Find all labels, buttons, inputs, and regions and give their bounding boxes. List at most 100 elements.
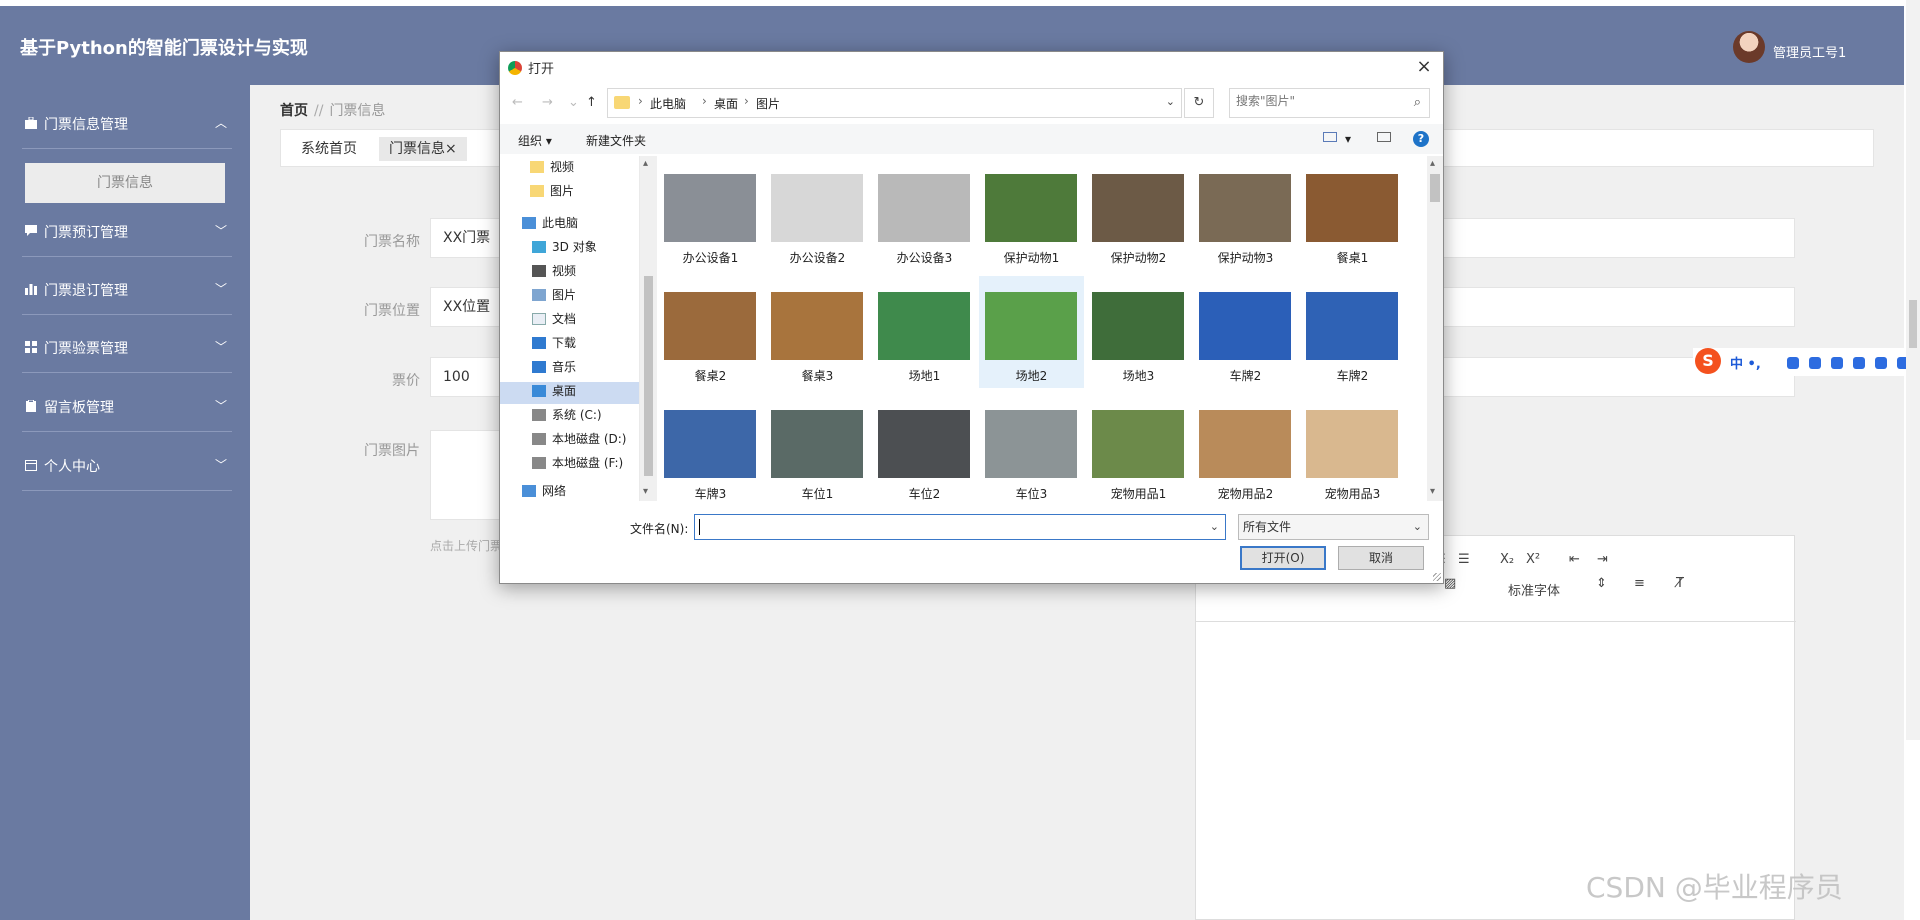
sidebar-item-message[interactable]: 留言板管理 ﹀	[22, 391, 232, 421]
view-dropdown-icon[interactable]: ▾	[1345, 132, 1351, 146]
tree-scrollbar[interactable]: ▴ ▾	[640, 156, 657, 501]
search-icon[interactable]: ⌕	[1414, 95, 1421, 110]
tree-item[interactable]: 视频	[530, 158, 574, 180]
scrollbar-thumb[interactable]	[1909, 300, 1917, 348]
file-item[interactable]: 保护动物3	[1193, 158, 1298, 270]
file-item[interactable]: 场地1	[872, 276, 977, 388]
align-icon[interactable]: ≡	[1634, 576, 1645, 591]
file-item[interactable]: 车牌3	[658, 394, 763, 501]
address-bar[interactable]: › 此电脑 › 桌面 › 图片 ⌄	[607, 88, 1182, 118]
file-item[interactable]: 保护动物1	[979, 158, 1084, 270]
file-item[interactable]: 宠物用品3	[1300, 394, 1405, 501]
file-item[interactable]: 宠物用品2	[1193, 394, 1298, 501]
file-item[interactable]: 车位2	[872, 394, 977, 501]
file-item[interactable]: 办公设备1	[658, 158, 763, 270]
keyboard-icon[interactable]	[1809, 357, 1821, 369]
recent-dropdown-icon[interactable]: ⌄	[568, 95, 579, 110]
tree-item[interactable]: 文档	[532, 310, 576, 332]
background-color-icon[interactable]: ▨	[1444, 576, 1456, 591]
tree-item[interactable]: 系统 (C:)	[532, 406, 602, 428]
cancel-button[interactable]: 取消	[1338, 546, 1424, 570]
indent-icon[interactable]: ⇥	[1597, 552, 1608, 567]
clear-format-icon[interactable]: T̸	[1676, 576, 1684, 591]
path-pictures[interactable]: 图片	[756, 95, 780, 112]
search-box[interactable]: ⌕	[1229, 88, 1430, 118]
path-this-pc[interactable]: 此电脑	[650, 95, 686, 112]
scroll-down-icon[interactable]: ▾	[643, 486, 648, 497]
file-item[interactable]: 宠物用品1	[1086, 394, 1191, 501]
preview-pane-icon[interactable]	[1377, 132, 1391, 142]
skin-icon[interactable]	[1831, 357, 1843, 369]
tree-item[interactable]: 图片	[532, 286, 576, 308]
tree-item[interactable]: 下载	[532, 334, 576, 356]
breadcrumb-home[interactable]: 首页	[280, 103, 308, 119]
back-arrow-icon[interactable]: ←	[512, 95, 523, 110]
scroll-up-icon[interactable]: ▴	[1430, 158, 1435, 169]
up-arrow-icon[interactable]: ↑	[586, 95, 597, 110]
tree-item[interactable]: 此电脑	[522, 214, 578, 236]
filename-input[interactable]: ⌄	[694, 514, 1226, 540]
sidebar-item-booking[interactable]: 门票预订管理 ﹀	[22, 216, 232, 246]
refresh-button[interactable]: ↻	[1184, 88, 1214, 118]
file-item[interactable]: 餐桌2	[658, 276, 763, 388]
tree-item[interactable]: 视频	[532, 262, 576, 284]
tree-item[interactable]: 3D 对象	[532, 238, 597, 260]
filetype-select[interactable]: 所有文件 ⌄	[1238, 514, 1429, 540]
sidebar-item-refund[interactable]: 门票退订管理 ﹀	[22, 274, 232, 304]
tree-item[interactable]: 本地磁盘 (F:)	[532, 454, 623, 476]
rich-text-editor[interactable]: ☰ ☰ X₂ X² ⇤ ⇥ ▨ 标准字体 ⇕ ≡ T̸	[1195, 535, 1796, 920]
apps-icon[interactable]	[1875, 357, 1887, 369]
outdent-icon[interactable]: ⇤	[1569, 552, 1580, 567]
files-scrollbar[interactable]: ▴ ▾	[1427, 156, 1443, 501]
avatar[interactable]	[1733, 31, 1765, 63]
file-item[interactable]: 办公设备2	[765, 158, 870, 270]
tab-ticket-info[interactable]: 门票信息×	[379, 137, 467, 161]
file-item[interactable]: 车位1	[765, 394, 870, 501]
file-item[interactable]: 车牌2	[1193, 276, 1298, 388]
file-item[interactable]: 餐桌1	[1300, 158, 1405, 270]
sogou-logo-icon[interactable]: S	[1695, 348, 1721, 374]
font-family-select[interactable]: 标准字体	[1508, 580, 1560, 599]
forward-arrow-icon[interactable]: →	[542, 95, 553, 110]
scrollbar-thumb[interactable]	[644, 276, 653, 476]
bullet-list-icon[interactable]: ☰	[1458, 552, 1470, 567]
search-input[interactable]	[1236, 94, 1396, 108]
microphone-icon[interactable]	[1787, 357, 1799, 369]
tree-item[interactable]: 本地磁盘 (D:)	[532, 430, 626, 452]
scroll-up-icon[interactable]: ▴	[643, 158, 648, 169]
file-item[interactable]: 保护动物2	[1086, 158, 1191, 270]
tree-item[interactable]: 图片	[530, 182, 574, 204]
game-icon[interactable]	[1853, 357, 1865, 369]
help-icon[interactable]: ?	[1413, 131, 1429, 147]
scroll-down-icon[interactable]: ▾	[1430, 486, 1435, 497]
tab-home[interactable]: 系统首页	[291, 137, 367, 161]
superscript-button[interactable]: X²	[1526, 552, 1540, 567]
close-icon[interactable]: ×	[445, 141, 457, 157]
sidebar-item-profile[interactable]: 个人中心 ﹀	[22, 450, 232, 480]
sidebar-item-ticket-info[interactable]: 门票信息管理 ︿	[22, 108, 232, 138]
tree-item[interactable]: 桌面	[500, 382, 639, 404]
view-mode-icon[interactable]	[1323, 132, 1337, 142]
tree-item[interactable]: 网络	[522, 482, 566, 501]
resize-grip-icon[interactable]	[1433, 573, 1441, 581]
file-item[interactable]: 餐桌3	[765, 276, 870, 388]
page-scrollbar[interactable]	[1906, 0, 1920, 740]
open-button[interactable]: 打开(O)	[1240, 546, 1326, 570]
chevron-down-icon[interactable]: ⌄	[1210, 520, 1219, 533]
ime-mode[interactable]: 中 •,	[1730, 353, 1761, 372]
subscript-button[interactable]: X₂	[1500, 552, 1514, 567]
tree-item[interactable]: 音乐	[532, 358, 576, 380]
path-desktop[interactable]: 桌面	[714, 95, 738, 112]
ime-toolbar[interactable]: S 中 •,	[1693, 348, 1920, 376]
chevron-down-icon[interactable]: ⌄	[1166, 95, 1175, 108]
submenu-item-ticket-info[interactable]: 门票信息	[25, 163, 225, 203]
file-item[interactable]: 车位3	[979, 394, 1084, 501]
sidebar-item-check[interactable]: 门票验票管理 ﹀	[22, 332, 232, 362]
file-item[interactable]: 场地3	[1086, 276, 1191, 388]
scrollbar-thumb[interactable]	[1430, 174, 1440, 202]
new-folder-button[interactable]: 新建文件夹	[586, 132, 646, 149]
file-item[interactable]: 场地2	[979, 276, 1084, 388]
file-item[interactable]: 车牌2	[1300, 276, 1405, 388]
file-item[interactable]: 办公设备3	[872, 158, 977, 270]
organize-button[interactable]: 组织 ▾	[518, 132, 552, 149]
